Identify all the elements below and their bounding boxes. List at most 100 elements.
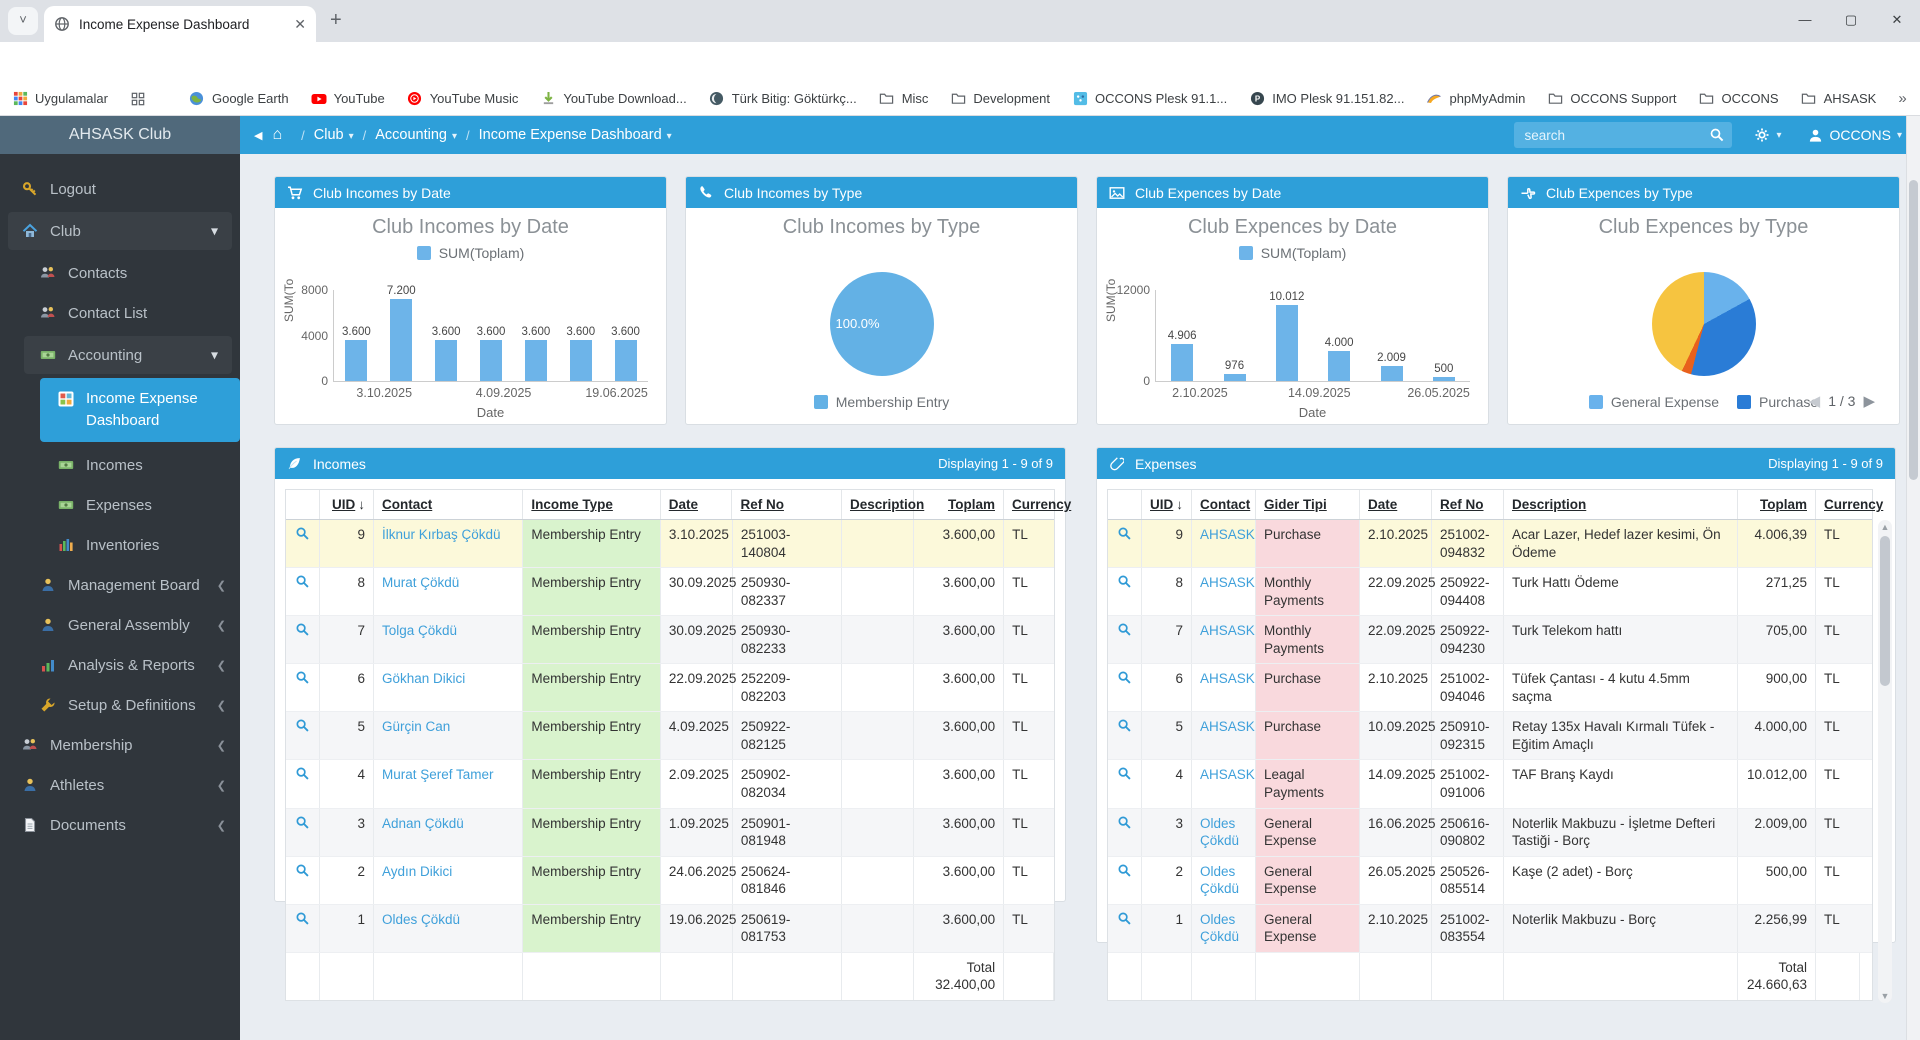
row-magnifier-icon[interactable] (286, 568, 320, 616)
contact-link[interactable]: Oldes Çökdü (1192, 904, 1256, 952)
browser-tab[interactable]: Income Expense Dashboard ✕ (44, 6, 316, 42)
col-header-ref-no[interactable]: Ref No (732, 490, 842, 519)
col-header-uid[interactable]: UID ↓ (1142, 490, 1192, 519)
sidebar-item[interactable]: Incomes (0, 446, 240, 484)
expenses-table-scrollbar[interactable]: ▲ ▼ (1878, 520, 1892, 1003)
row-magnifier-icon[interactable] (1108, 808, 1142, 856)
bookmark-item[interactable]: Google Earth (189, 91, 289, 107)
sidebar-item[interactable]: Contacts (0, 254, 240, 292)
contact-link[interactable]: Gürçin Can (374, 712, 524, 760)
col-header-description[interactable]: Description (842, 490, 924, 519)
contact-link[interactable]: AHSASK (1192, 520, 1256, 568)
legend-pager[interactable]: ◀ 1 / 3 ▶ (1801, 392, 1883, 410)
sidebar-item[interactable]: General Assembly (0, 606, 240, 644)
row-magnifier-icon[interactable] (1108, 520, 1142, 568)
sidebar-item[interactable]: Membership (0, 726, 240, 764)
bar[interactable] (569, 340, 592, 381)
contact-link[interactable]: Oldes Çökdü (1192, 808, 1256, 856)
bar[interactable] (1275, 305, 1298, 381)
chart-legend[interactable]: SUM(Toplam) (1097, 245, 1488, 261)
bar[interactable] (1380, 365, 1403, 381)
col-header-contact[interactable]: Contact (1192, 490, 1256, 519)
col-header-currency[interactable]: Currency (1816, 490, 1883, 519)
contact-link[interactable]: Gökhan Dikici (374, 664, 524, 712)
row-magnifier-icon[interactable] (286, 664, 320, 712)
breadcrumb-accounting[interactable]: Accounting ▾ (375, 127, 457, 143)
chart-legend[interactable]: SUM(Toplam) (275, 245, 666, 261)
sidebar-item[interactable]: Documents (0, 806, 240, 844)
bookmark-item[interactable]: P IMO Plesk 91.151.82... (1249, 91, 1404, 107)
row-magnifier-icon[interactable] (286, 520, 320, 568)
bookmark-item[interactable]: YouTube Download... (540, 91, 687, 107)
bookmarks-overflow-chevron[interactable]: » (1898, 90, 1906, 107)
search-icon[interactable] (1709, 127, 1725, 143)
pager-next-icon[interactable]: ▶ (1863, 392, 1875, 410)
bar[interactable] (345, 340, 368, 381)
col-header-income-type[interactable]: Income Type (523, 490, 661, 519)
contact-link[interactable]: Oldes Çökdü (1192, 856, 1256, 904)
tab-close-icon[interactable]: ✕ (294, 16, 306, 33)
contact-link[interactable]: Murat Şeref Tamer (374, 760, 524, 808)
sidebar-item[interactable]: Inventories (0, 526, 240, 564)
page-scrollbar[interactable] (1906, 116, 1920, 1040)
settings-menu[interactable]: ▾ (1754, 127, 1782, 143)
bookmark-item[interactable]: OCCONS (1699, 91, 1779, 107)
col-header-uid[interactable]: UID ↓ (320, 490, 374, 519)
row-magnifier-icon[interactable] (286, 904, 320, 952)
bar[interactable] (614, 340, 637, 381)
sidebar-item[interactable]: Athletes (0, 766, 240, 804)
user-menu[interactable]: OCCONS ▾ (1808, 127, 1902, 143)
row-magnifier-icon[interactable] (1108, 904, 1142, 952)
sidebar-item[interactable]: Logout (0, 170, 240, 208)
col-header-ref-no[interactable]: Ref No (1432, 490, 1504, 519)
row-magnifier-icon[interactable] (1108, 760, 1142, 808)
bar[interactable] (480, 340, 502, 381)
window-minimize-button[interactable]: — (1782, 0, 1828, 42)
bar[interactable] (1223, 373, 1246, 381)
bar[interactable] (1432, 377, 1455, 381)
sidebar-item[interactable]: Expenses (0, 486, 240, 524)
bar[interactable] (1171, 343, 1194, 381)
contact-link[interactable]: Murat Çökdü (374, 568, 524, 616)
contact-link[interactable]: AHSASK (1192, 712, 1256, 760)
breadcrumb-home-icon[interactable]: ⌂ (272, 126, 282, 144)
sidebar-item[interactable]: Contact List (0, 294, 240, 332)
new-tab-button[interactable]: + (330, 9, 342, 32)
contact-link[interactable]: Oldes Çökdü (374, 904, 524, 952)
bookmark-item[interactable]: OCCONS Plesk 91.1... (1072, 91, 1227, 107)
sidebar-collapse-icon[interactable]: ◀ (254, 129, 262, 142)
col-header-toplam[interactable]: Toplam (1738, 490, 1816, 519)
bookmark-item[interactable]: YouTube (311, 91, 385, 107)
bar[interactable] (1328, 350, 1351, 381)
bookmark-item[interactable]: AHSASK (1801, 91, 1876, 107)
col-header-currency[interactable]: Currency (1004, 490, 1071, 519)
row-magnifier-icon[interactable] (286, 712, 320, 760)
bar[interactable] (435, 340, 458, 381)
contact-link[interactable]: Adnan Çökdü (374, 808, 524, 856)
pie-legend[interactable]: Membership Entry (686, 394, 1077, 410)
bookmark-item[interactable]: phpMyAdmin (1426, 91, 1525, 107)
col-header-description[interactable]: Description (1504, 490, 1738, 519)
bookmark-item[interactable]: OCCONS Support (1547, 91, 1677, 107)
row-magnifier-icon[interactable] (1108, 856, 1142, 904)
col-header-contact[interactable]: Contact (374, 490, 524, 519)
row-magnifier-icon[interactable] (286, 808, 320, 856)
reading-list-grid-icon[interactable] (130, 91, 153, 107)
sidebar-item[interactable]: Income Expense Dashboard (40, 378, 240, 442)
sidebar-item[interactable]: Analysis & Reports (0, 646, 240, 684)
row-magnifier-icon[interactable] (286, 856, 320, 904)
contact-link[interactable]: AHSASK (1192, 664, 1256, 712)
row-magnifier-icon[interactable] (1108, 616, 1142, 664)
bookmark-item[interactable]: Development (950, 91, 1050, 107)
sidebar-item[interactable]: Club (8, 212, 232, 250)
contact-link[interactable]: Aydın Dikici (374, 856, 524, 904)
tab-search-button[interactable]: ˅ (8, 7, 38, 35)
window-maximize-button[interactable]: ▢ (1828, 0, 1874, 42)
sidebar-item[interactable]: Accounting (24, 336, 232, 374)
row-magnifier-icon[interactable] (286, 616, 320, 664)
sidebar-item[interactable]: Setup & Definitions (0, 686, 240, 724)
pie-chart[interactable] (1651, 272, 1756, 376)
col-header-toplam[interactable]: Toplam (914, 490, 1004, 519)
row-magnifier-icon[interactable] (1108, 664, 1142, 712)
breadcrumb-dashboard[interactable]: Income Expense Dashboard ▾ (479, 127, 672, 143)
